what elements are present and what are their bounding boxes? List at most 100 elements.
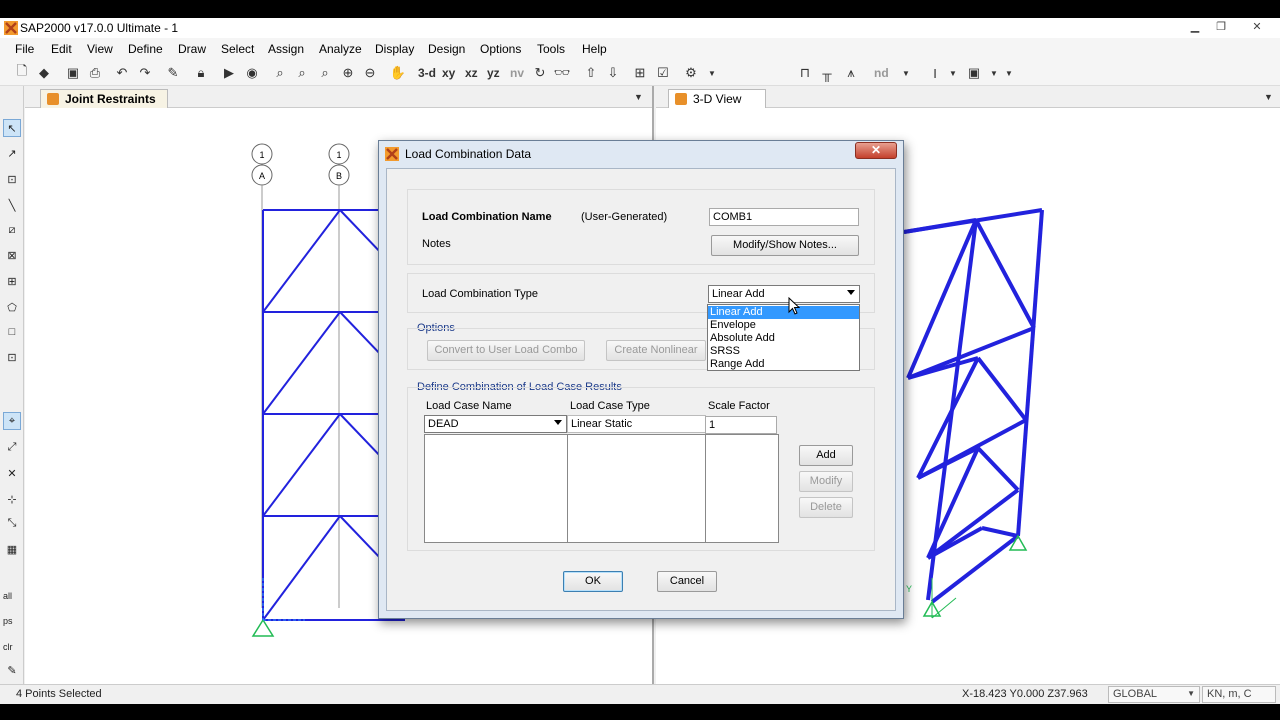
draw-poly-area-icon[interactable]: ⬠ [3,298,21,316]
text-cursor-icon[interactable]: I [926,64,944,82]
close-window-icon[interactable]: ✕ [1248,20,1266,34]
undo-icon[interactable]: ↶ [113,64,131,82]
tab-menu-arrow-icon[interactable]: ▼ [634,92,643,102]
rotate-view-icon[interactable]: ↻ [531,64,549,82]
option-envelope[interactable]: Envelope [708,319,859,332]
run-animation-icon[interactable]: ◉ [243,64,261,82]
combo-type-select[interactable]: Linear Add [708,285,860,303]
check-icon[interactable]: ☑ [654,64,672,82]
intersect-icon[interactable]: ✕ [3,464,21,482]
show-all-icon[interactable]: ✎ [3,661,21,679]
quick-frame-icon[interactable]: ⧄ [3,221,21,239]
print-icon[interactable]: ⎙ [86,64,104,82]
draw-frame-icon[interactable]: ⊓ [796,64,814,82]
units-select[interactable]: KN, m, C [1202,686,1276,703]
select-line-icon[interactable]: ⤢ [3,438,21,456]
view-xz-button[interactable]: xz [465,66,478,80]
dropdown-icon[interactable]: ▼ [1000,64,1018,82]
run-analysis-icon[interactable]: ▶ [220,64,238,82]
option-range-add[interactable]: Range Add [708,358,859,371]
draw-area-icon[interactable]: ▣ [965,64,983,82]
option-absolute-add[interactable]: Absolute Add [708,332,859,345]
load-case-name-select[interactable]: DEAD [424,415,567,433]
draw-frame-2-icon[interactable]: ╥ [818,64,836,82]
object-shrink-icon[interactable]: ⊞ [631,64,649,82]
nd-button[interactable]: nd [874,66,889,80]
zoom-window-icon[interactable]: ⌕ [271,64,289,82]
select-all-button[interactable]: all [3,591,12,601]
cancel-button[interactable]: Cancel [657,571,717,592]
tab-menu-arrow-icon[interactable]: ▼ [1264,92,1273,102]
clear-select-button[interactable]: clr [3,642,13,652]
dialog-close-button[interactable]: ✕ [855,142,897,159]
snap-midpoint-icon[interactable]: ⤡ [3,514,21,532]
menu-help[interactable]: Help [582,42,607,56]
new-file-icon[interactable]: 🗋 [13,63,31,82]
dropdown-icon[interactable]: ▼ [897,64,915,82]
tab-joint-restraints[interactable]: Joint Restraints [40,89,168,108]
snap-icon[interactable]: ⊹ [3,490,21,508]
draw-link-icon[interactable]: ⊞ [3,272,21,290]
dropdown-icon[interactable]: ▼ [703,64,721,82]
create-nonlinear-button[interactable]: Create Nonlinear [606,340,706,361]
menu-design[interactable]: Design [428,42,465,56]
edit-pencil-icon[interactable]: ✎ [164,64,182,82]
zoom-restore-icon[interactable]: ⌕ [293,64,311,82]
pan-hand-icon[interactable]: ✋ [389,64,407,82]
add-button[interactable]: Add [799,445,853,466]
open-file-icon[interactable]: ◆ [35,64,53,82]
reshape-icon[interactable]: ↗ [3,144,21,162]
view-xy-button[interactable]: xy [442,66,455,80]
select-pointer-icon[interactable]: ⌖ [3,412,21,430]
view-3d-button[interactable]: 3-d [418,66,436,80]
scale-factor-input[interactable]: 1 [705,416,777,434]
draw-line-icon[interactable]: ╲ [3,196,21,214]
quick-brace-icon[interactable]: ⊠ [3,246,21,264]
menu-draw[interactable]: Draw [178,42,206,56]
menu-select[interactable]: Select [221,42,254,56]
modify-notes-button[interactable]: Modify/Show Notes... [711,235,859,256]
modify-button[interactable]: Modify [799,471,853,492]
zoom-in-icon[interactable]: ⊕ [339,64,357,82]
menu-assign[interactable]: Assign [268,42,304,56]
menu-define[interactable]: Define [128,42,163,56]
move-up-icon[interactable]: ⇧ [582,64,600,82]
pointer-icon[interactable]: ↖ [3,119,21,137]
move-down-icon[interactable]: ⇩ [604,64,622,82]
view-yz-button[interactable]: yz [487,66,500,80]
menu-file[interactable]: File [15,42,34,56]
restore-icon[interactable]: ❐ [1212,20,1230,34]
zoom-full-icon[interactable]: ⌕ [316,64,334,82]
draw-brace-icon[interactable]: ⩚ [842,64,860,82]
menu-view[interactable]: View [87,42,113,56]
snap-grid-icon[interactable]: ▦ [3,540,21,558]
set-display-icon[interactable]: ⚙ [682,64,700,82]
ok-button[interactable]: OK [563,571,623,592]
menu-edit[interactable]: Edit [51,42,72,56]
combination-list[interactable] [424,434,779,543]
menu-tools[interactable]: Tools [537,42,565,56]
combo-name-input[interactable]: COMB1 [709,208,859,226]
view-nv-button[interactable]: nv [510,66,524,80]
convert-to-user-combo-button[interactable]: Convert to User Load Combo [427,340,585,361]
menu-analyze[interactable]: Analyze [319,42,362,56]
minimize-icon[interactable]: ▁ [1186,20,1204,34]
quick-area-icon[interactable]: ⊡ [3,348,21,366]
delete-button[interactable]: Delete [799,497,853,518]
combo-name-label: Load Combination Name [422,211,552,223]
draw-rect-area-icon[interactable]: □ [3,323,21,341]
option-srss[interactable]: SRSS [708,345,859,358]
menu-display[interactable]: Display [375,42,414,56]
menu-options[interactable]: Options [480,42,521,56]
dropdown-icon[interactable]: ▼ [944,64,962,82]
draw-joint-icon[interactable]: ⊡ [3,170,21,188]
option-linear-add[interactable]: Linear Add [708,306,859,319]
previous-select-button[interactable]: ps [3,616,13,626]
coord-system-select[interactable]: GLOBAL ▼ [1108,686,1200,703]
perspective-icon[interactable]: 👓︎ [553,64,571,82]
zoom-out-icon[interactable]: ⊖ [361,64,379,82]
redo-icon[interactable]: ↷ [136,64,154,82]
save-icon[interactable]: ▣ [64,64,82,82]
tab-3d-view[interactable]: 3-D View [668,89,766,108]
lock-icon[interactable]: 🔒︎ [192,64,210,82]
